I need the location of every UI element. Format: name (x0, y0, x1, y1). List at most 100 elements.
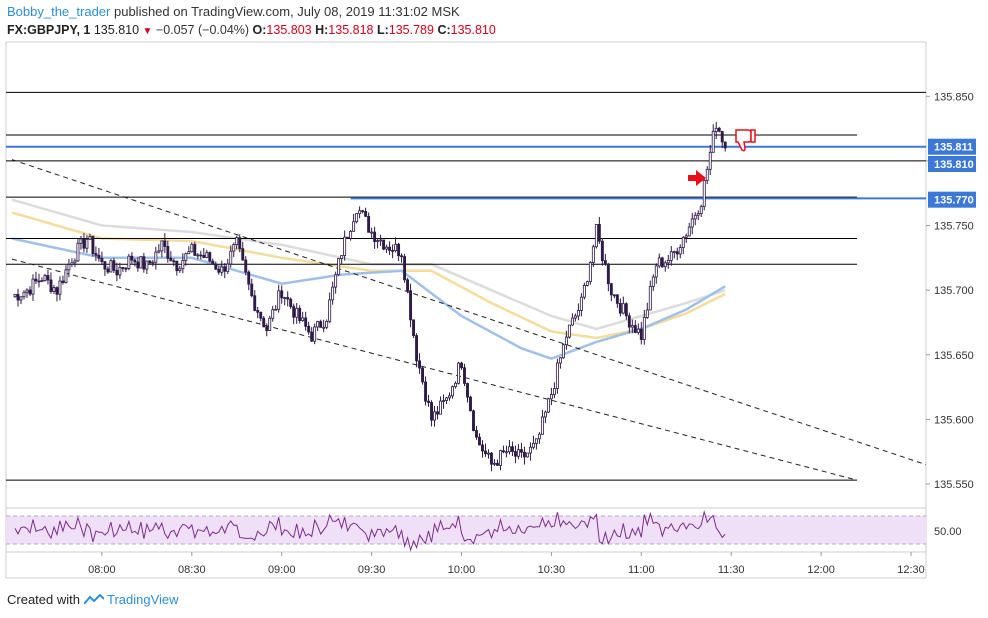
candle-body (708, 151, 712, 170)
candle-body (205, 252, 209, 258)
candle-body (97, 254, 101, 259)
candle-body (534, 438, 538, 444)
candle-body (540, 416, 544, 435)
candle-body (672, 251, 676, 254)
candle-body (621, 303, 625, 314)
candle-body (82, 238, 86, 249)
candle-body (76, 242, 80, 262)
candle-body (723, 141, 727, 149)
candle-body (490, 452, 493, 465)
candle-body (651, 276, 655, 287)
candle-body (460, 362, 463, 369)
candle-body (115, 269, 119, 276)
candle-body (699, 206, 703, 214)
candle-body (124, 267, 128, 270)
candle-body (277, 290, 281, 310)
candle-body (304, 317, 308, 327)
candle-body (454, 382, 457, 388)
candle-body (451, 386, 454, 397)
candle-body (606, 263, 610, 285)
candle-body (334, 274, 338, 288)
candle-body (265, 326, 269, 331)
candle-body (690, 218, 694, 228)
candle-body (508, 446, 511, 453)
price-tick-label: 135.600 (934, 414, 974, 426)
candle-body (663, 262, 667, 268)
candle-body (316, 321, 320, 328)
candle-body (549, 394, 553, 400)
candle-body (552, 388, 556, 395)
candle-body (268, 317, 272, 331)
candle-body (166, 246, 170, 259)
candle-body (717, 127, 721, 132)
candle-body (28, 289, 32, 295)
candle-body (136, 261, 140, 269)
candle-body (582, 285, 586, 298)
candle-body (343, 236, 347, 256)
candle-body (55, 287, 59, 295)
time-tick-label: 11:30 (718, 564, 745, 576)
candle-body (16, 293, 20, 301)
candle-body (615, 294, 619, 304)
candle-body (382, 239, 386, 250)
candle-body (259, 311, 263, 319)
candle-body (202, 254, 206, 258)
candle-body (214, 263, 218, 270)
candle-body (478, 436, 481, 446)
candle-body (564, 336, 568, 346)
candle-body (298, 307, 302, 321)
candle-body (657, 257, 661, 267)
candle-body (190, 243, 194, 253)
price-chart[interactable]: 50.00 135.850135.800135.750135.700135.65… (0, 0, 988, 590)
candle-body (555, 362, 559, 389)
candle-body (181, 260, 185, 270)
candle-body (433, 411, 436, 421)
price-tags: 135.811 135.810 135.770 (928, 138, 976, 208)
candle-body (199, 254, 203, 257)
candle-body (292, 306, 296, 318)
candle-body (346, 236, 350, 239)
candle-body (543, 411, 547, 418)
candle-body (331, 286, 335, 301)
candle-body (558, 357, 562, 364)
candle-body (238, 237, 242, 250)
time-tick-label: 11:00 (628, 564, 655, 576)
candle-body (409, 290, 413, 321)
candle-body (714, 127, 718, 132)
time-tick-label: 09:30 (358, 564, 386, 576)
candle-body (169, 257, 173, 262)
candle-body (73, 260, 77, 264)
candle-body (469, 396, 472, 412)
candle-body (106, 268, 110, 273)
candle-body (546, 398, 550, 413)
candle-body (636, 328, 640, 333)
candle-body (684, 235, 688, 238)
candle-body (681, 237, 685, 248)
candle-body (475, 430, 478, 438)
created-with-text: Created with (7, 592, 80, 607)
candle-body (645, 309, 649, 318)
candle-body (412, 319, 416, 336)
candle-body (253, 295, 257, 311)
candle-body (307, 325, 311, 333)
candle-body (537, 433, 541, 440)
candle-body (406, 279, 410, 292)
candle-body (594, 223, 598, 248)
candle-body (630, 325, 634, 328)
price-tick-label: 135.700 (934, 285, 974, 297)
candle-body (151, 261, 155, 264)
candle-body (325, 320, 329, 328)
candle-body (43, 275, 47, 281)
candle-body (145, 260, 149, 270)
candle-body (591, 246, 595, 263)
candle-body (88, 236, 92, 240)
candle-body (127, 255, 131, 269)
candle-body (118, 267, 122, 276)
candle-body (421, 367, 424, 383)
candle-body (184, 253, 188, 261)
candle-body (588, 262, 592, 282)
candle-body (445, 397, 448, 401)
candle-body (379, 239, 383, 242)
tradingview-brand[interactable]: TradingView (107, 592, 179, 607)
candle-body (505, 451, 508, 454)
